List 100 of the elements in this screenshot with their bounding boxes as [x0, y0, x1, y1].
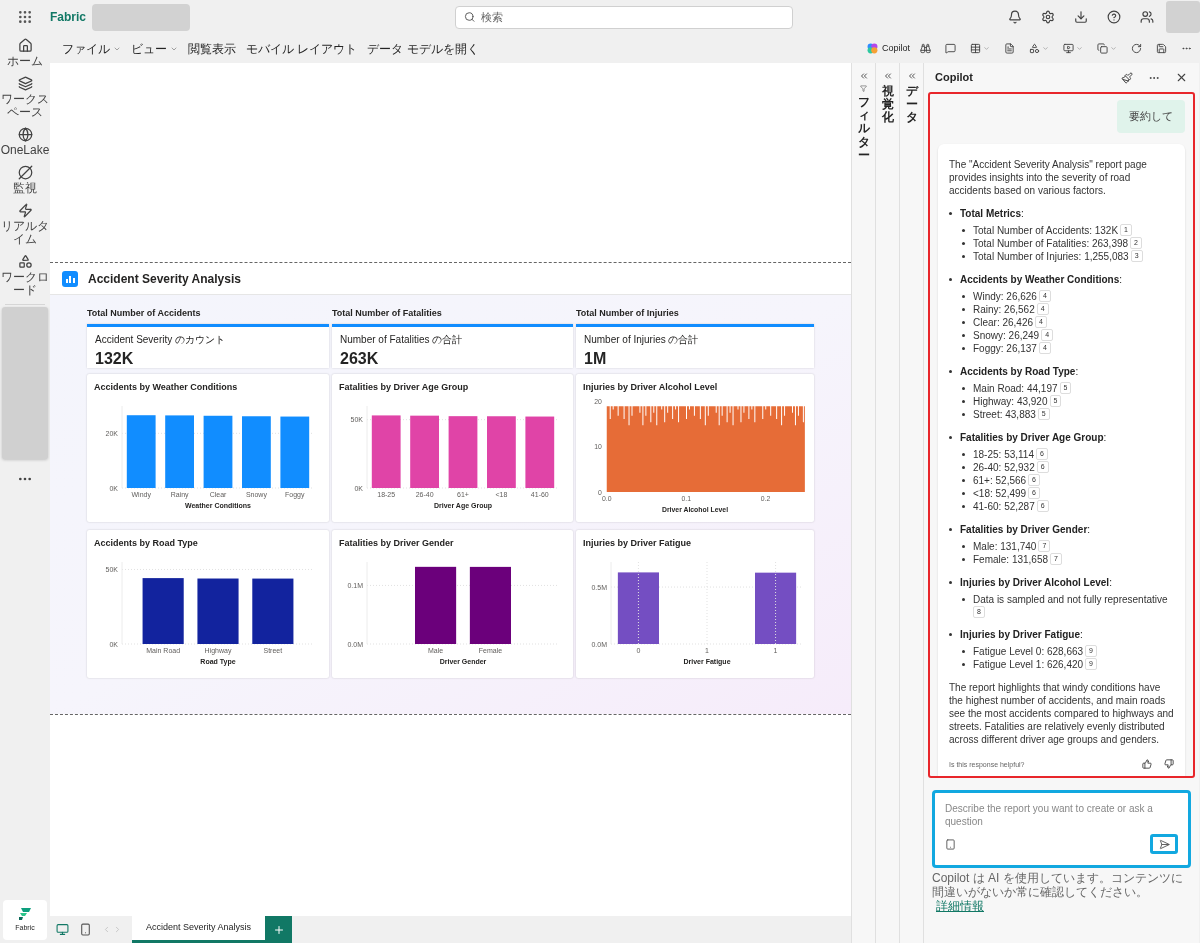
bullet-icon: [949, 580, 952, 584]
kpi-group-title: Total Number of Injuries: [576, 307, 680, 320]
document-icon[interactable]: [1004, 43, 1015, 54]
nav-item[interactable]: OneLake: [1, 123, 49, 161]
search-field[interactable]: 検索: [455, 5, 793, 29]
chat-input-box[interactable]: Describe the report you want to create or ask a question: [932, 790, 1191, 868]
plus-icon: [272, 923, 285, 936]
expand-icon[interactable]: [882, 71, 893, 81]
bar: [755, 572, 797, 644]
ribbon-menu[interactable]: 閲覧表示: [183, 39, 241, 58]
bullet-icon: [962, 597, 965, 601]
nav-item[interactable]: 監視: [1, 161, 49, 199]
bar: [487, 416, 516, 488]
kpi-value: 1M: [584, 348, 608, 369]
comment-icon[interactable]: [945, 43, 956, 54]
bullet-icon: [949, 527, 952, 531]
save-icon[interactable]: [1156, 43, 1167, 54]
help-icon[interactable]: [1107, 10, 1121, 24]
chat-input[interactable]: Describe the report you want to create or ask a question: [945, 802, 1178, 830]
monitor-icon[interactable]: [1063, 43, 1074, 54]
ribbon-menu[interactable]: モバイル レイアウト: [241, 39, 363, 58]
response-item: Rainy: 26,562: [973, 302, 1035, 316]
section-heading: Fatalities by Driver Gender:: [960, 522, 1091, 536]
app-name[interactable]: Fabric: [50, 8, 86, 26]
report-icon: [62, 270, 78, 287]
close-icon[interactable]: [1175, 71, 1188, 84]
bullet-icon: [962, 307, 965, 311]
bullet-icon: [949, 632, 952, 636]
shapes-icon[interactable]: [1029, 43, 1040, 54]
add-page-button[interactable]: [265, 916, 293, 943]
chart-title: Injuries by Driver Fatigue: [583, 536, 693, 550]
settings-icon[interactable]: [1041, 10, 1055, 24]
search-input[interactable]: 検索: [481, 8, 784, 26]
copy-icon[interactable]: [1097, 43, 1108, 54]
nav-item[interactable]: リアルタイム: [1, 199, 49, 250]
response-item: Main Road: 44,197: [973, 381, 1058, 395]
bullet-icon: [962, 346, 965, 350]
nav-label: 監視: [13, 182, 37, 195]
chart-title: Accidents by Road Type: [94, 536, 199, 550]
binoculars-icon[interactable]: [920, 43, 931, 54]
bullet-icon: [962, 320, 965, 324]
clear-chat-icon[interactable]: [1121, 71, 1133, 84]
filter-icon: [860, 85, 867, 92]
response-item: 26-40: 52,932: [973, 460, 1035, 474]
desktop-view-icon[interactable]: [56, 923, 69, 936]
ribbon-menu[interactable]: ファイル: [57, 39, 126, 58]
nav-icon: [17, 76, 33, 91]
ai-disclaimer: Copilot は AI を使用しています。コンテンツに間違いがないか常に確認してください。 詳細情報: [931, 871, 1184, 913]
send-button[interactable]: [1150, 834, 1178, 854]
nav-item[interactable]: ワークスペース: [1, 72, 49, 123]
kpi-label: Number of Injuries の合計: [584, 332, 700, 347]
response-item: Street: 43,883: [973, 407, 1036, 421]
thumbs-down-icon[interactable]: [1164, 759, 1174, 769]
nav-item[interactable]: ワークロード: [1, 250, 49, 301]
thumbs-up-icon[interactable]: [1142, 759, 1152, 769]
app-launcher-icon[interactable]: [17, 9, 33, 25]
response-item: <18: 52,499: [973, 486, 1027, 500]
chart-title: Fatalities by Driver Age Group: [339, 380, 470, 394]
nav-icon: [17, 38, 33, 53]
ribbon-menu[interactable]: ビュー: [126, 39, 183, 58]
collapsed-pane[interactable]: 視覚化: [875, 63, 899, 943]
bullet-icon: [949, 435, 952, 439]
table-icon[interactable]: [970, 43, 981, 54]
attachment-icon[interactable]: [945, 838, 956, 850]
learn-more-link[interactable]: 詳細情報: [936, 899, 984, 913]
bullet-icon: [962, 333, 965, 337]
collapsed-pane[interactable]: データ: [899, 63, 923, 943]
refresh-icon[interactable]: [1131, 43, 1142, 54]
bar: [197, 578, 239, 644]
ribbon-menu[interactable]: データ モデルを開く: [362, 39, 484, 58]
expand-icon[interactable]: [858, 71, 869, 81]
people-icon[interactable]: [1140, 10, 1154, 24]
chart-title: Fatalities by Driver Gender: [339, 536, 455, 550]
collapsed-pane[interactable]: フィルター: [851, 63, 875, 943]
expand-icon[interactable]: [906, 71, 917, 81]
kpi-value: 132K: [95, 348, 135, 369]
pane-label: データ: [905, 85, 918, 125]
kpi-group-title: Total Number of Fatalities: [332, 307, 443, 320]
page-tab[interactable]: Accident Severity Analysis: [132, 916, 266, 943]
response-item: 61+: 52,566: [973, 473, 1027, 487]
bar: [242, 416, 271, 488]
nav-label: リアルタイム: [1, 220, 49, 246]
download-icon[interactable]: [1074, 10, 1088, 24]
user-message: 要約して: [1117, 100, 1185, 133]
mobile-view-icon[interactable]: [79, 923, 92, 936]
bar: [280, 416, 310, 488]
bullet-icon: [962, 399, 965, 403]
kpi-label: Accident Severity のカウント: [95, 332, 227, 347]
bullet-icon: [949, 211, 952, 215]
report-title: Accident Severity Analysis: [88, 270, 241, 288]
bullet-icon: [962, 649, 965, 653]
copilot-button[interactable]: Copilot: [867, 41, 910, 56]
nav-item[interactable]: ホーム: [1, 34, 49, 72]
bullet-icon: [962, 254, 965, 258]
response-item: Male: 131,740: [973, 539, 1037, 553]
bullet-icon: [962, 241, 965, 245]
notifications-icon[interactable]: [1008, 10, 1022, 24]
response-item: Fatigue Level 1: 626,420: [973, 657, 1084, 671]
pane-label: 視覚化: [881, 85, 894, 125]
bullet-icon: [962, 294, 965, 298]
